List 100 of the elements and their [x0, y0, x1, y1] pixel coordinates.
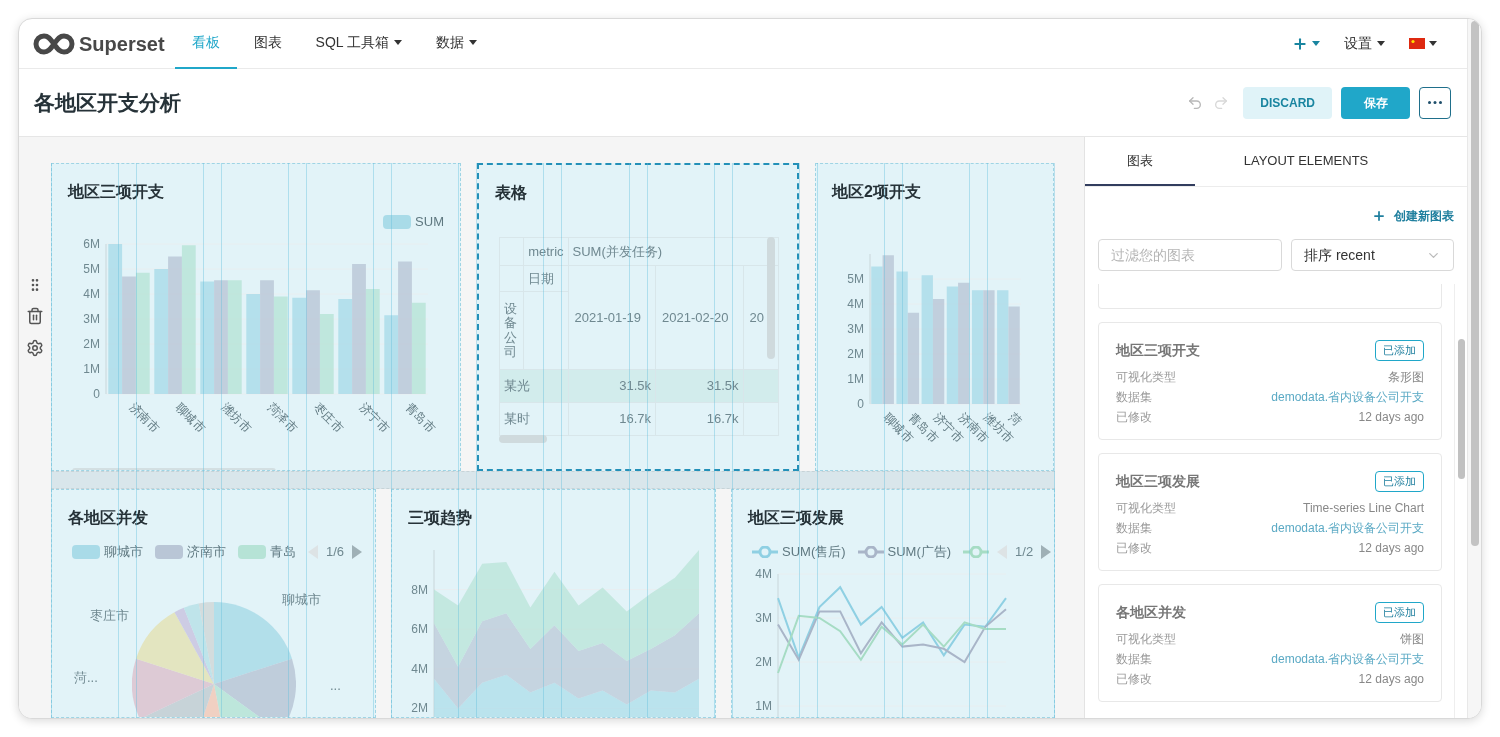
meta-label: 可视化类型	[1116, 631, 1176, 648]
table-cell: 31.5k	[655, 369, 744, 403]
table-header: 2021-01-19	[568, 265, 656, 370]
save-button[interactable]: 保存	[1341, 86, 1410, 119]
axis-label: 潍坊市	[218, 399, 255, 436]
dataset-link[interactable]: demodata.省内设备公司开支	[1271, 387, 1424, 407]
meta-label: 已修改	[1116, 540, 1152, 557]
scrollbar[interactable]	[1457, 339, 1465, 479]
logo-icon[interactable]	[33, 32, 75, 55]
flag-icon	[1409, 38, 1425, 49]
axis-label: 2M	[83, 336, 100, 351]
nav-item[interactable]: 数据	[419, 19, 494, 69]
axis-label: 8M	[411, 582, 428, 597]
axis-label: 0	[93, 386, 100, 401]
legend-page: 1/2	[1015, 543, 1034, 561]
filter-field[interactable]: 过滤您的图表	[1098, 239, 1282, 271]
slice-label: ...	[330, 676, 341, 695]
panel-tab[interactable]: 图表	[1085, 137, 1195, 186]
axis-label: 2M	[755, 654, 772, 669]
more-icon	[1428, 101, 1442, 104]
axis-label: 5M	[83, 261, 100, 276]
axis-label: 4M	[755, 566, 772, 581]
panel-tab[interactable]: LAYOUT ELEMENTS	[1195, 137, 1467, 186]
axis-label: 3M	[755, 610, 772, 625]
meta-label: 数据集	[1116, 389, 1152, 406]
meta-label: 可视化类型	[1116, 369, 1176, 386]
axis-label: 3M	[847, 322, 864, 336]
legend-label[interactable]: SUM(广告)	[887, 542, 952, 562]
axis-label: 5M	[847, 272, 864, 286]
axis-label: 济宁市	[356, 399, 393, 436]
scrollbar[interactable]	[499, 435, 547, 443]
chart-title: 表格	[494, 183, 528, 203]
meta-value: 饼图	[1400, 631, 1424, 648]
meta-label: 已修改	[1116, 409, 1152, 426]
chart-card[interactable]: 地区三项发展 已添加 可视化类型 Time-series Line Chart 数据集 demodata.省内设备公司开支 已修改 12 days ago	[1098, 453, 1442, 571]
settings-menu[interactable]: 设置	[1332, 33, 1397, 54]
meta-label: 数据集	[1116, 520, 1152, 537]
meta-value: Time-series Line Chart	[1303, 500, 1424, 517]
table-cell: 31.5k	[568, 369, 656, 403]
axis-label: 2M	[847, 347, 864, 361]
axis-label: 1M	[847, 372, 864, 386]
previous-page-icon[interactable]	[308, 544, 318, 559]
redo-icon[interactable]	[1213, 94, 1230, 111]
settings-icon[interactable]	[26, 339, 44, 357]
legend-label[interactable]: 聊城市	[104, 542, 143, 562]
next-page-icon[interactable]	[1041, 544, 1052, 559]
added-tag: 已添加	[1375, 602, 1424, 623]
added-tag: 已添加	[1375, 471, 1424, 492]
more-button[interactable]	[1419, 86, 1451, 119]
logo-text[interactable]: Superset	[79, 28, 165, 59]
legend-label[interactable]: SUM(售后)	[782, 542, 846, 562]
dataset-link[interactable]: demodata.省内设备公司开支	[1271, 518, 1424, 538]
legend-label[interactable]: 青岛	[270, 542, 296, 562]
axis-label: 4M	[847, 297, 864, 311]
meta-value: 12 days ago	[1358, 409, 1424, 426]
chart-card[interactable]: 地区三项开支 已添加 可视化类型 条形图 数据集 demodata.省内设备公司开支 已修改 12 days ago	[1098, 322, 1442, 440]
scrollbar[interactable]	[767, 237, 775, 359]
meta-value: 12 days ago	[1358, 671, 1424, 688]
chart-name: 地区三项发展	[1116, 472, 1200, 491]
table-cell: 16.7k	[568, 402, 656, 436]
table-cell: 16.7k	[655, 402, 744, 436]
chart-name: 各地区并发	[1116, 603, 1186, 622]
scrollbar[interactable]	[1470, 21, 1479, 546]
axis-label: 4M	[83, 286, 100, 301]
legend-label[interactable]: SUM	[415, 212, 444, 232]
axis-label: 聊城市	[172, 399, 209, 436]
create-chart-button[interactable]: 创建新图表	[1372, 207, 1454, 225]
axis-label: 2M	[411, 701, 428, 716]
slice-label: 菏...	[74, 668, 98, 687]
chart-name: 地区三项开支	[1116, 341, 1200, 360]
legend-page: 1/6	[326, 543, 345, 561]
sort-select[interactable]: 排序 recent	[1291, 239, 1454, 271]
chart-card[interactable]: 各地区并发 已添加 可视化类型 饼图 数据集 demodata.省内设备公司开支 已修改 12 days ago	[1098, 584, 1442, 702]
chart-title: 地区三项开支	[66, 182, 165, 202]
meta-value: 条形图	[1388, 369, 1424, 386]
table-header: metric	[523, 237, 569, 266]
axis-label: 菏泽市	[264, 399, 301, 436]
legend-label[interactable]: 济南市	[187, 542, 226, 562]
nav-item[interactable]: 看板	[174, 19, 237, 69]
dashboard-title[interactable]: 各地区开支分析	[34, 86, 181, 119]
table-header: 设备公司	[504, 301, 517, 360]
table-cell: 某光	[499, 369, 569, 403]
plus-icon	[1292, 35, 1308, 52]
meta-label: 可视化类型	[1116, 500, 1176, 517]
chart-title: 地区三项发展	[746, 508, 845, 528]
undo-icon[interactable]	[1187, 94, 1204, 111]
trash-icon[interactable]	[26, 307, 44, 325]
axis-label: 4M	[411, 661, 428, 676]
nav-item[interactable]: SQL 工具箱	[298, 19, 419, 69]
next-page-icon[interactable]	[352, 544, 363, 559]
axis-label: 3M	[83, 311, 100, 326]
slice-label: 枣庄市	[90, 606, 129, 625]
axis-label: 1M	[755, 698, 772, 713]
slice-label: 聊城市	[282, 590, 321, 609]
dataset-link[interactable]: demodata.省内设备公司开支	[1271, 649, 1424, 669]
nav-item[interactable]: 图表	[236, 19, 299, 69]
meta-label: 数据集	[1116, 651, 1152, 668]
discard-button[interactable]: DISCARD	[1243, 86, 1332, 119]
axis-label: 菏	[1006, 410, 1025, 429]
axis-label: 6M	[411, 622, 428, 637]
